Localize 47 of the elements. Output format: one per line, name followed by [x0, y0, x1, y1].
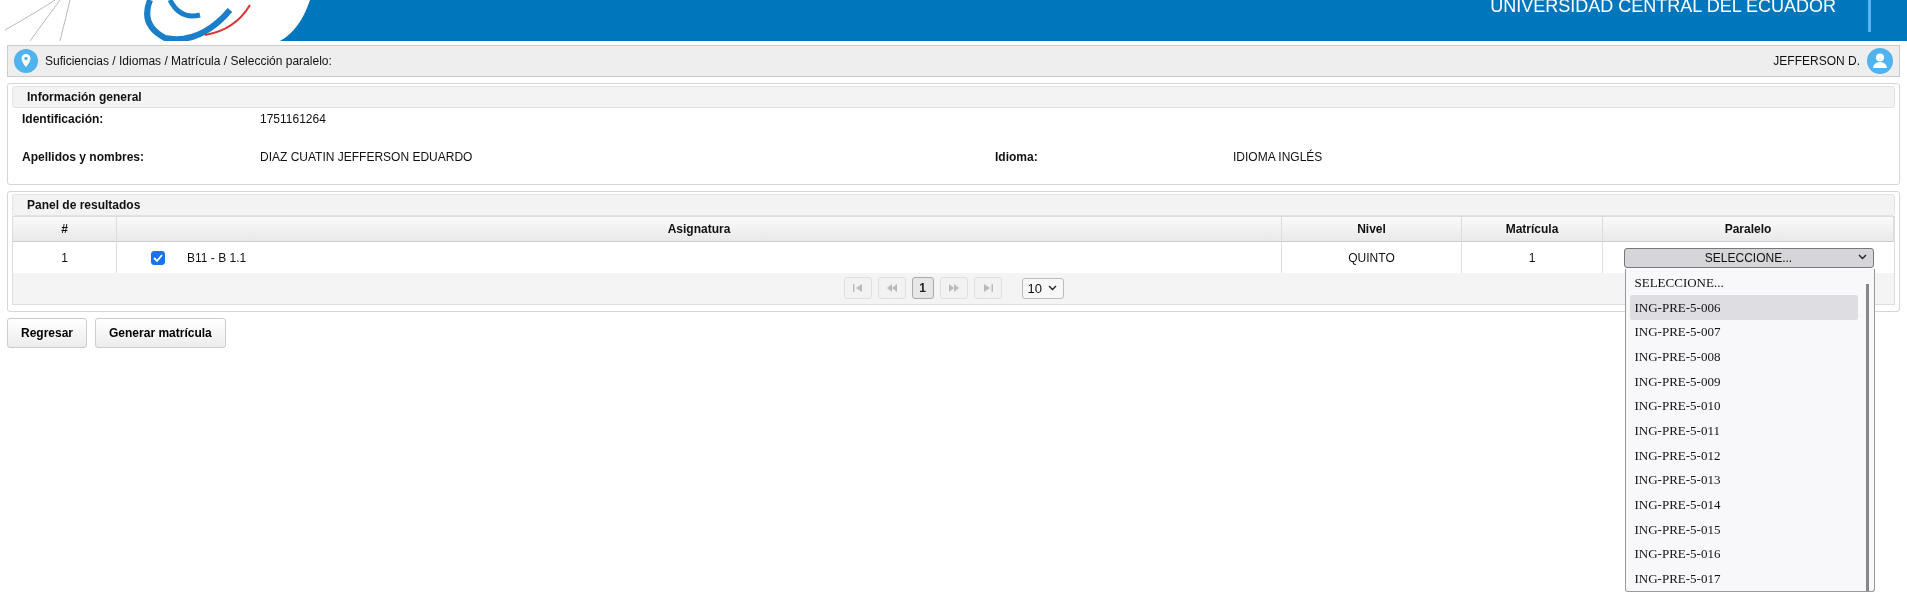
field-label: Identificación: [22, 112, 105, 126]
scrollbar[interactable] [1865, 283, 1869, 592]
dropdown-option[interactable]: ING-PRE-5-016 [1629, 542, 1858, 567]
dropdown-option[interactable]: ING-PRE-5-017 [1629, 566, 1858, 592]
column-header: # [13, 217, 117, 242]
dropdown-option[interactable]: ING-PRE-5-013 [1629, 468, 1858, 493]
dropdown-option[interactable]: ING-PRE-5-006 [1629, 295, 1858, 320]
chevron-down-icon [1857, 253, 1867, 260]
previous-page-icon [886, 284, 897, 292]
user-avatar-icon[interactable] [1867, 48, 1893, 74]
dropdown-option[interactable]: ING-PRE-5-010 [1629, 393, 1858, 419]
panel-title: Información general [12, 86, 1895, 108]
dropdown-option[interactable]: ING-PRE-5-011 [1629, 418, 1858, 444]
dropdown-option[interactable]: ING-PRE-5-015 [1629, 517, 1858, 543]
dropdown-option[interactable]: SELECCIONE... [1629, 270, 1858, 296]
page-size-select[interactable]: 10 [1021, 277, 1064, 299]
chevron-down-icon [1047, 285, 1057, 291]
table-cell: 1 [1462, 242, 1603, 273]
checkbox[interactable] [151, 250, 165, 265]
action-button[interactable]: Generar matrícula [95, 318, 226, 348]
first-page-icon [852, 284, 863, 292]
field-value: DIAZ CUATIN JEFFERSON EDUARDO [260, 150, 474, 164]
field-value: 1751161264 [260, 112, 327, 126]
field-value: IDIOMA INGLÉS [1233, 150, 1324, 164]
user-name: JEFFERSON D. [1773, 54, 1860, 68]
next-page-icon [948, 284, 959, 292]
location-pin-icon [14, 49, 38, 73]
dropdown-option[interactable]: ING-PRE-5-014 [1629, 492, 1858, 518]
field-label: Idioma: [995, 150, 1039, 164]
column-header: Matrícula [1462, 217, 1603, 242]
dropdown-option[interactable]: ING-PRE-5-012 [1629, 443, 1858, 468]
field-label: Apellidos y nombres: [22, 150, 146, 164]
action-button[interactable]: Regresar [7, 318, 88, 348]
dropdown-option[interactable]: ING-PRE-5-007 [1629, 319, 1858, 345]
last-page-icon [982, 284, 993, 292]
page-button[interactable]: 1 [911, 277, 934, 299]
panel-title: Panel de resultados [12, 194, 1895, 216]
subject-name: B11 - B 1.1 [187, 250, 247, 265]
table-cell: 1 [13, 242, 117, 273]
university-name: UNIVERSIDAD CENTRAL DEL ECUADOR [1490, 0, 1871, 32]
table-cell: QUINTO [1282, 242, 1462, 273]
column-header: Nivel [1282, 217, 1462, 242]
column-header: Asignatura [117, 217, 1282, 242]
breadcrumb-path: Suficiencias / Idiomas / Matrícula / Selección paralelo: [45, 54, 332, 68]
dropdown-option[interactable]: ING-PRE-5-008 [1629, 344, 1858, 370]
column-header: Paralelo [1603, 217, 1894, 242]
dropdown-option[interactable]: ING-PRE-5-009 [1629, 369, 1858, 394]
